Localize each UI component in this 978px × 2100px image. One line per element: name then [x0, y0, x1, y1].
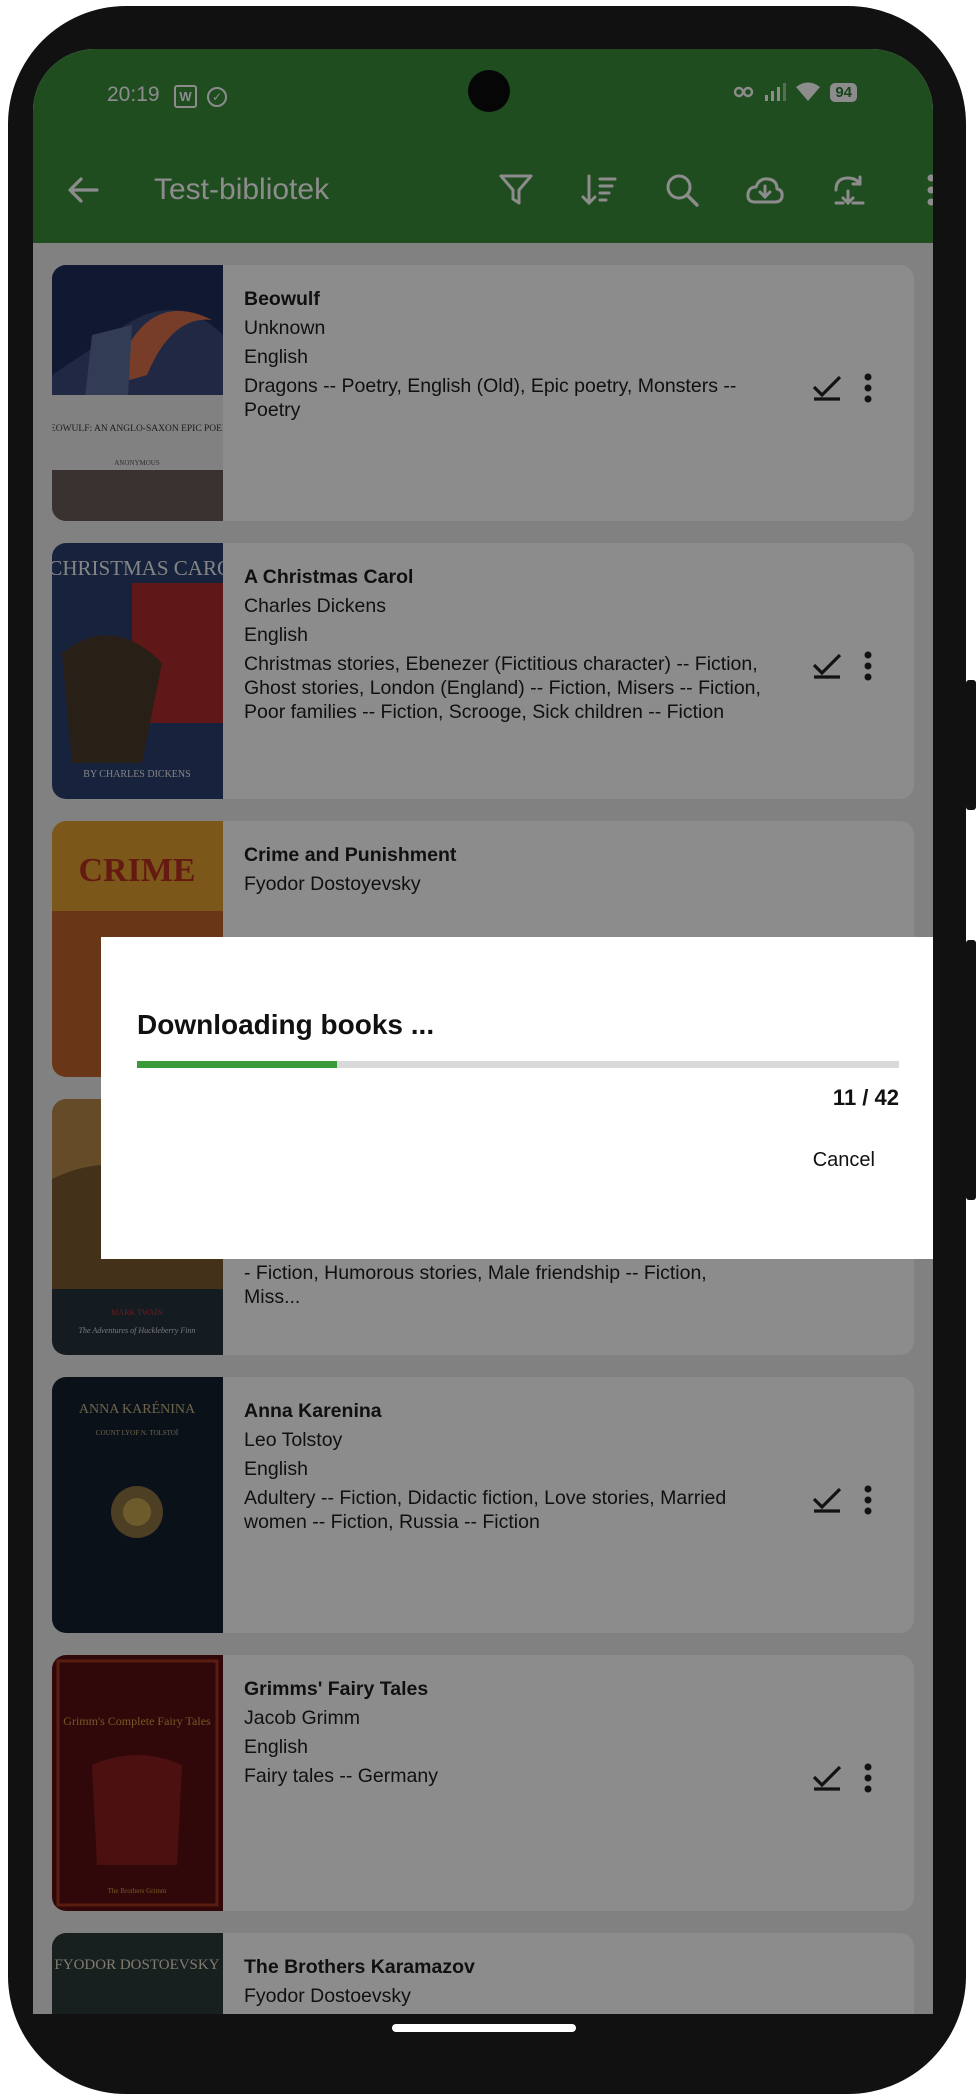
- dialog-title: Downloading books ...: [137, 1009, 435, 1040]
- home-indicator[interactable]: [392, 2024, 576, 2032]
- progress-bar-fill: [137, 1061, 337, 1068]
- cancel-button[interactable]: Cancel: [813, 1149, 875, 1172]
- screen: 20:19 W ✓ 94 Test-bibliotek BEOWULF: AN …: [33, 49, 933, 2014]
- progress-count: 11 / 42: [832, 1085, 899, 1110]
- navigation-bar: [33, 2014, 933, 2074]
- download-progress-dialog: Downloading books ... 11 / 42 Cancel: [101, 937, 933, 1259]
- progress-bar: [137, 1061, 899, 1068]
- power-button: [966, 940, 976, 1200]
- volume-button: [966, 680, 976, 810]
